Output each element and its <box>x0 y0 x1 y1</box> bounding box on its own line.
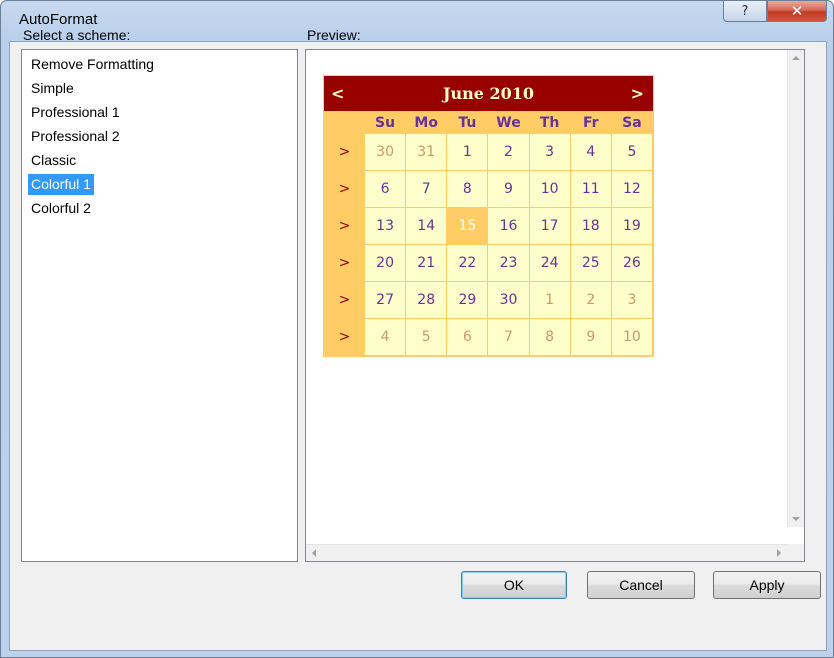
scheme-item-classic[interactable]: Classic <box>28 150 79 171</box>
calendar-week-row: >13 14 15 16 17 18 19 <box>324 207 654 245</box>
calendar-title-bar: < June 2010 > <box>324 76 653 111</box>
calendar-day[interactable]: 7 <box>487 318 530 356</box>
day-header: Sa <box>610 111 654 134</box>
calendar-day[interactable]: 1 <box>446 133 489 171</box>
select-week-link[interactable]: > <box>324 207 365 245</box>
calendar-day[interactable]: 28 <box>405 281 448 319</box>
scheme-item-simple[interactable]: Simple <box>28 78 77 99</box>
scheme-item-professional-1[interactable]: Professional 1 <box>28 102 123 123</box>
preview-label: Preview: <box>307 27 361 43</box>
select-month-cell <box>324 111 365 134</box>
day-header-row: Su Mo Tu We Th Fr Sa <box>324 111 654 134</box>
calendar-day[interactable]: 3 <box>610 281 654 319</box>
horizontal-scrollbar[interactable] <box>306 544 787 561</box>
calendar-day[interactable]: 25 <box>569 244 612 282</box>
day-header: Su <box>363 111 407 134</box>
next-month-link[interactable]: > <box>631 76 644 111</box>
calendar-preview: < June 2010 > Su Mo Tu We Th Fr Sa > 30 … <box>323 75 654 357</box>
cancel-button[interactable]: Cancel <box>587 571 695 599</box>
calendar-day[interactable]: 26 <box>610 244 654 282</box>
scroll-left-icon[interactable] <box>312 549 316 557</box>
select-week-link[interactable]: > <box>324 170 365 208</box>
select-week-link[interactable]: > <box>324 318 365 356</box>
calendar-day[interactable]: 4 <box>569 133 612 171</box>
calendar-week-row: >4 5 6 7 8 9 10 <box>324 318 654 356</box>
select-week-link[interactable]: > <box>324 281 365 319</box>
scheme-item-colorful-2[interactable]: Colorful 2 <box>28 198 94 219</box>
calendar-day[interactable]: 30 <box>363 133 407 171</box>
help-icon: ? <box>741 3 749 19</box>
calendar-day[interactable]: 21 <box>405 244 448 282</box>
calendar-day[interactable]: 19 <box>610 207 654 245</box>
calendar-week-row: >6 7 8 9 10 11 12 <box>324 170 654 208</box>
calendar-day[interactable]: 8 <box>446 170 489 208</box>
close-icon: ✕ <box>790 2 804 20</box>
ok-button[interactable]: OK <box>461 571 567 599</box>
help-button[interactable]: ? <box>723 1 767 22</box>
calendar-day[interactable]: 1 <box>528 281 571 319</box>
calendar-day[interactable]: 2 <box>569 281 612 319</box>
calendar-day[interactable]: 11 <box>569 170 612 208</box>
day-header: We <box>487 111 530 134</box>
calendar-week-row: >27 28 29 30 1 2 3 <box>324 281 654 319</box>
dialog-title: AutoFormat <box>19 11 98 28</box>
autoformat-dialog: AutoFormat ? ✕ Select a scheme: Preview:… <box>0 0 834 658</box>
calendar-day[interactable]: 7 <box>405 170 448 208</box>
calendar-day[interactable]: 29 <box>446 281 489 319</box>
calendar-day[interactable]: 4 <box>363 318 407 356</box>
scheme-item-professional-2[interactable]: Professional 2 <box>28 126 123 147</box>
calendar-day[interactable]: 5 <box>405 318 448 356</box>
calendar-day[interactable]: 10 <box>528 170 571 208</box>
scroll-down-icon[interactable] <box>792 517 800 521</box>
day-header: Fr <box>569 111 612 134</box>
calendar-day[interactable]: 24 <box>528 244 571 282</box>
vertical-scrollbar[interactable] <box>787 50 804 527</box>
scroll-right-icon[interactable] <box>777 549 781 557</box>
calendar-day[interactable]: 18 <box>569 207 612 245</box>
calendar-day[interactable]: 2 <box>487 133 530 171</box>
calendar-day[interactable]: 9 <box>487 170 530 208</box>
day-header: Th <box>528 111 571 134</box>
close-button[interactable]: ✕ <box>767 1 827 22</box>
calendar-week-row: >20 21 22 23 24 25 26 <box>324 244 654 282</box>
scheme-item-colorful-1[interactable]: Colorful 1 <box>28 174 94 195</box>
calendar-day[interactable]: 13 <box>363 207 407 245</box>
calendar-day[interactable]: 17 <box>528 207 571 245</box>
calendar-day[interactable]: 3 <box>528 133 571 171</box>
calendar-day[interactable]: 10 <box>610 318 654 356</box>
scheme-item-remove-formatting[interactable]: Remove Formatting <box>28 54 157 75</box>
calendar-day[interactable]: 23 <box>487 244 530 282</box>
day-header: Mo <box>405 111 448 134</box>
calendar-day[interactable]: 5 <box>610 133 654 171</box>
calendar-day[interactable]: 6 <box>363 170 407 208</box>
select-week-link[interactable]: > <box>324 133 365 171</box>
scheme-list[interactable]: Remove Formatting Simple Professional 1 … <box>21 49 298 562</box>
calendar-day[interactable]: 22 <box>446 244 489 282</box>
calendar-day[interactable]: 20 <box>363 244 407 282</box>
calendar-day[interactable]: 9 <box>569 318 612 356</box>
calendar-day[interactable]: 30 <box>487 281 530 319</box>
select-week-link[interactable]: > <box>324 244 365 282</box>
calendar-grid: Su Mo Tu We Th Fr Sa >30 31 1 2 3 4 5 >6 7 8 9 10 11… <box>324 111 654 356</box>
calendar-week-row: >30 31 1 2 3 4 5 <box>324 133 654 171</box>
day-header: Tu <box>446 111 489 134</box>
apply-button[interactable]: Apply <box>713 571 821 599</box>
calendar-day-selected[interactable]: 15 <box>446 207 489 245</box>
scrollbar-corner <box>787 544 804 561</box>
calendar-day[interactable]: 31 <box>405 133 448 171</box>
scheme-label: Select a scheme: <box>23 27 131 43</box>
preview-pane: < June 2010 > Su Mo Tu We Th Fr Sa > 30 … <box>305 49 805 562</box>
calendar-day[interactable]: 14 <box>405 207 448 245</box>
calendar-day[interactable]: 8 <box>528 318 571 356</box>
calendar-day[interactable]: 6 <box>446 318 489 356</box>
calendar-day[interactable]: 27 <box>363 281 407 319</box>
calendar-month-title: June 2010 <box>442 84 535 103</box>
scroll-up-icon[interactable] <box>792 56 800 60</box>
calendar-day[interactable]: 12 <box>610 170 654 208</box>
calendar-day[interactable]: 16 <box>487 207 530 245</box>
